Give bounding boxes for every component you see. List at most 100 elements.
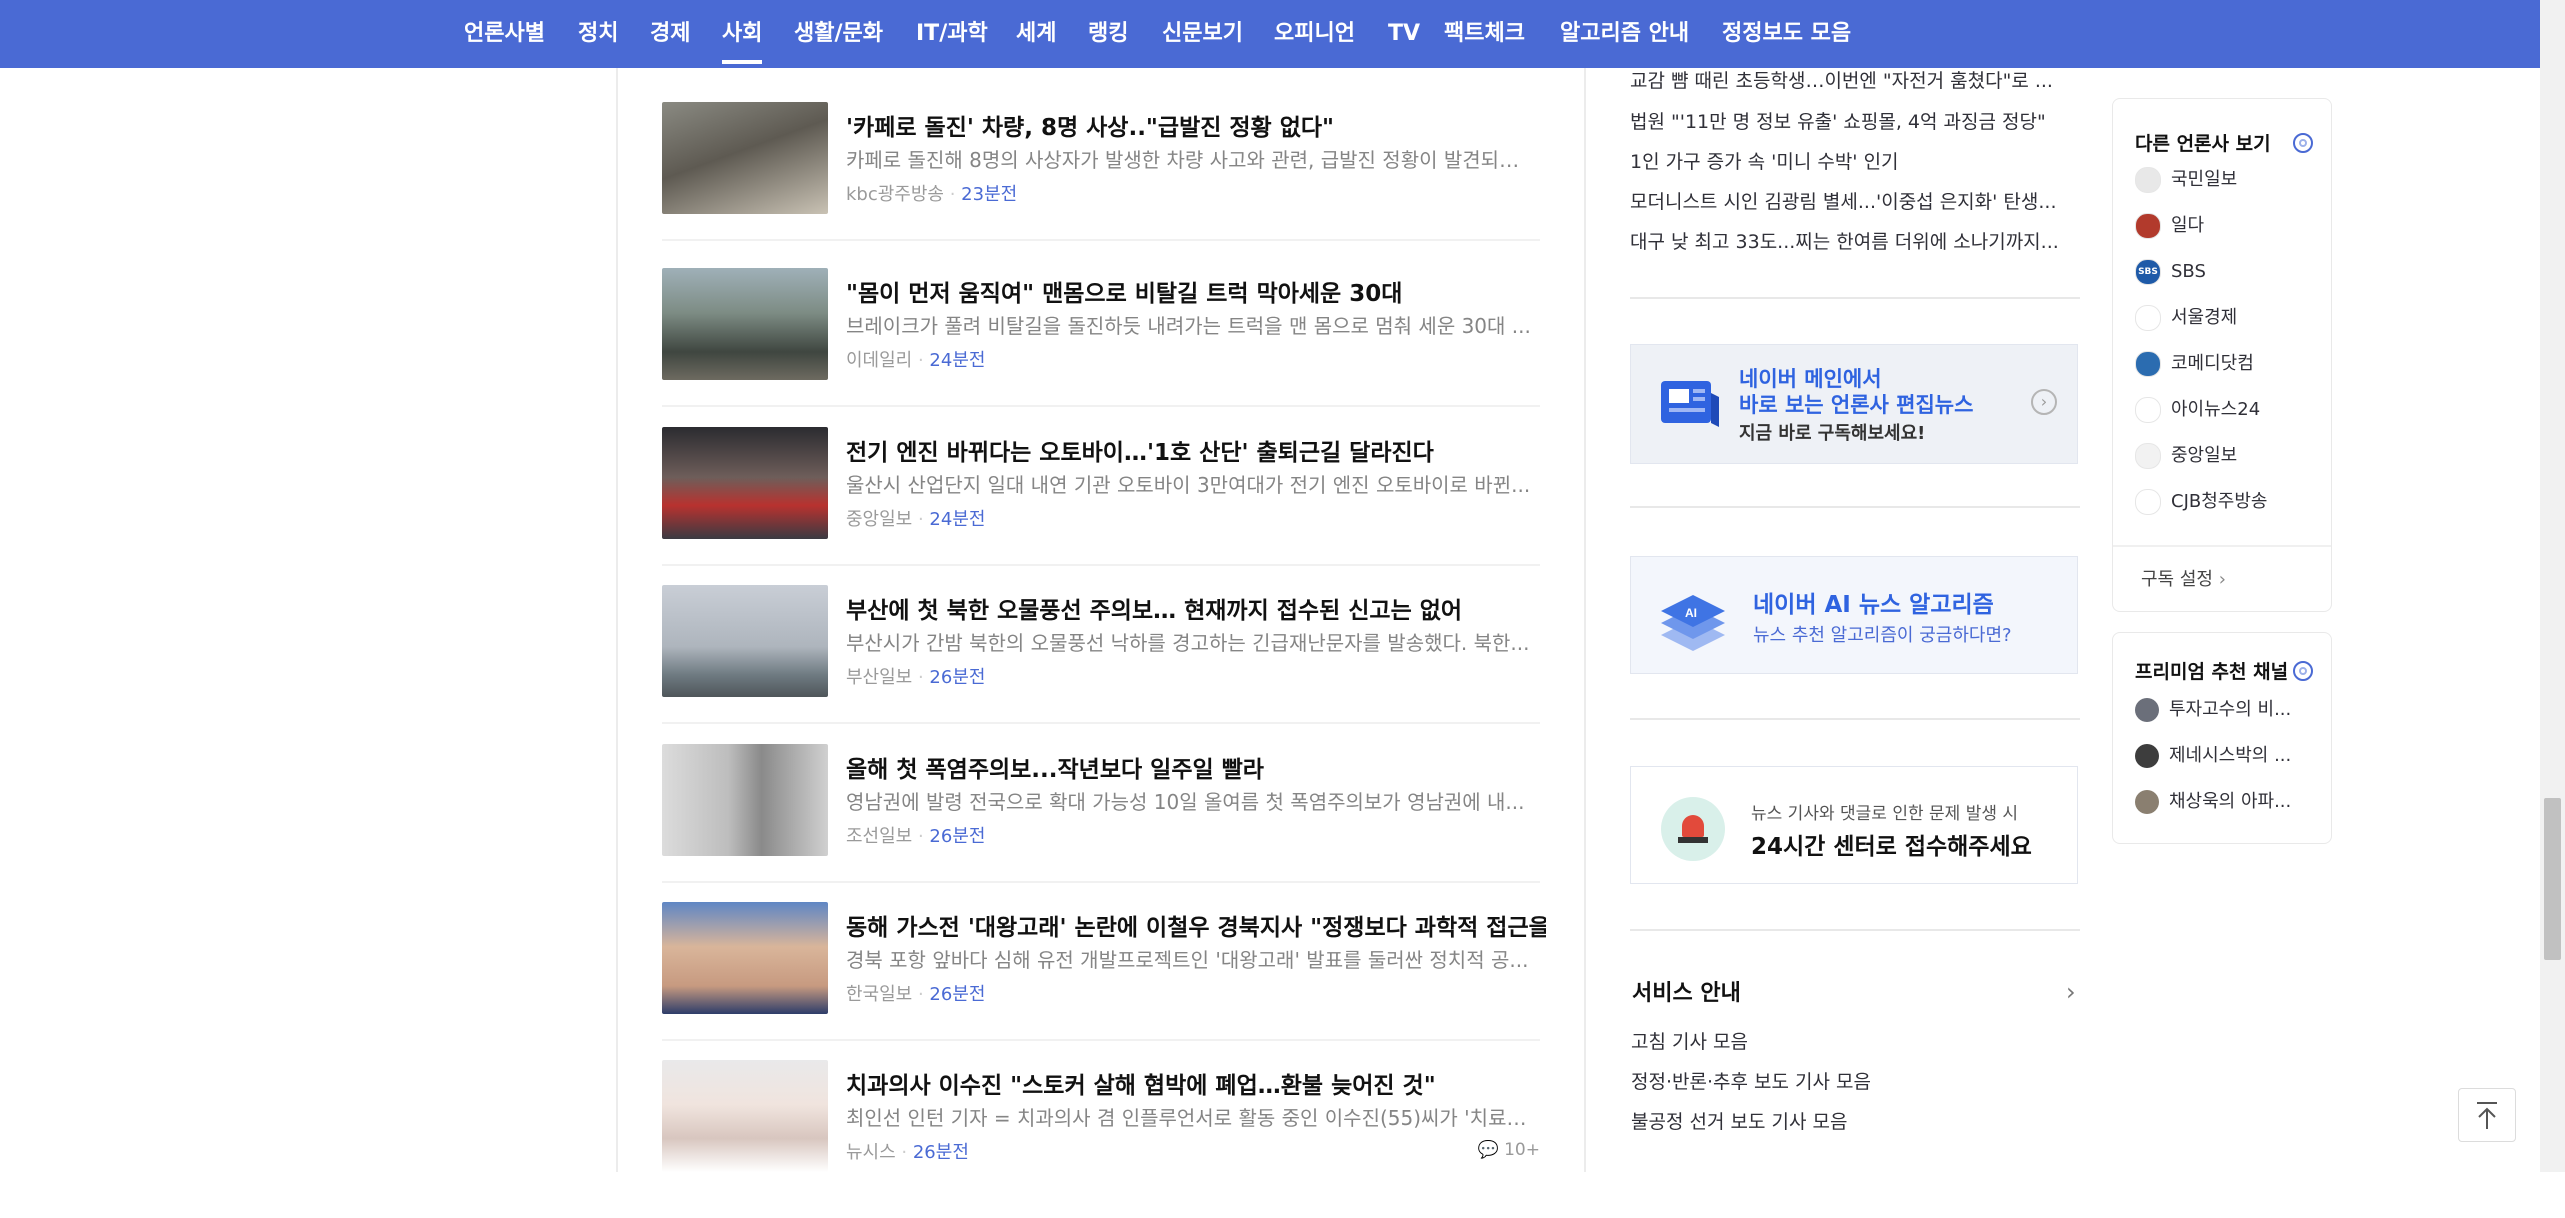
nav-tab[interactable]: 언론사별 <box>464 0 545 68</box>
press-item[interactable]: 중앙일보 <box>2135 441 2237 471</box>
nav-tab[interactable]: 경제 <box>650 0 690 68</box>
channel-name: 제네시스박의 ... <box>2169 745 2292 766</box>
meta-separator: · <box>912 826 930 847</box>
ai-banner-title: 네이버 AI 뉴스 알고리즘 <box>1753 592 1994 618</box>
article-summary[interactable]: 브레이크가 풀려 비탈길을 돌진하듯 내려가는 트럭을 맨 몸으로 멈춰 세운 … <box>846 310 1536 339</box>
news-article[interactable]: 부산에 첫 북한 오물풍선 주의보… 현재까지 접수된 신고는 없어 부산시가 간… <box>662 585 1540 743</box>
article-summary[interactable]: 영남권에 발령 전국으로 확대 가능성 10일 올여름 첫 폭염주의보가 영남권… <box>846 786 1536 815</box>
article-source[interactable]: 한국일보 <box>846 984 912 1005</box>
press-item[interactable]: 코메디닷컴 <box>2135 349 2254 379</box>
article-title[interactable]: "몸이 먼저 움직여" 맨몸으로 비탈길 트럭 막아세운 30대 <box>846 274 1546 308</box>
chevron-right-icon[interactable]: › <box>2066 978 2076 1006</box>
article-title[interactable]: 부산에 첫 북한 오물풍선 주의보… 현재까지 접수된 신고는 없어 <box>846 591 1546 625</box>
article-time: 23분전 <box>961 184 1018 205</box>
news-article[interactable]: 동해 가스전 '대왕고래' 논란에 이철우 경북지사 "정쟁보다 과학적 접근을… <box>662 902 1546 1060</box>
nav-tab[interactable]: 생활/문화 <box>794 0 883 68</box>
article-thumbnail[interactable] <box>662 268 828 380</box>
main-news-banner[interactable]: 네이버 메인에서 바로 보는 언론사 편집뉴스 지금 바로 구독해보세요! › <box>1630 344 2078 464</box>
nav-tab[interactable]: 정치 <box>578 0 618 68</box>
nav-tab[interactable]: 랭킹 <box>1088 0 1128 68</box>
nav-tab[interactable]: 팩트체크 <box>1444 0 1525 68</box>
article-source[interactable]: 이데일리 <box>846 350 912 371</box>
press-item[interactable]: CJB CJB청주방송 <box>2135 487 2267 517</box>
press-name: SBS <box>2171 261 2206 282</box>
article-thumbnail[interactable] <box>662 427 828 539</box>
nav-tab[interactable]: 신문보기 <box>1162 0 1243 68</box>
service-section-title[interactable]: 서비스 안내 <box>1632 975 1741 1007</box>
article-title[interactable]: 올해 첫 폭염주의보...작년보다 일주일 빨라 <box>846 750 1546 784</box>
channel-avatar <box>2135 698 2159 722</box>
meta-separator: · <box>895 1142 913 1163</box>
article-source[interactable]: kbc광주방송 <box>846 184 944 205</box>
ranking-item[interactable]: 법원 "'11만 명 정보 유출' 쇼핑몰, 4억 과징금 정당" <box>1630 107 2070 134</box>
ranking-item[interactable]: 교감 뺨 때린 초등학생…이번엔 "자전거 훔쳤다"로 ... <box>1630 66 2070 93</box>
press-name: 코메디닷컴 <box>2171 353 2254 374</box>
article-summary[interactable]: 울산시 산업단지 일대 내연 기관 오토바이 3만여대가 전기 엔진 오토바이로… <box>846 469 1536 498</box>
refresh-icon[interactable] <box>2293 133 2313 153</box>
article-source[interactable]: 뉴시스 <box>846 1142 896 1163</box>
article-thumbnail[interactable] <box>662 902 828 1014</box>
nav-tab[interactable]: 알고리즘 안내 <box>1560 0 1689 68</box>
subscribe-settings-link[interactable]: 구독 설정 › <box>2141 565 2226 591</box>
press-logo-icon <box>2135 351 2161 377</box>
article-source[interactable]: 중앙일보 <box>846 509 912 530</box>
report-banner-line-1: 뉴스 기사와 댓글로 인한 문제 발생 시 <box>1751 804 2019 824</box>
report-center-banner[interactable]: 뉴스 기사와 댓글로 인한 문제 발생 시 24시간 센터로 접수해주세요 <box>1630 766 2078 884</box>
press-item[interactable]: SBS SBS <box>2135 257 2206 287</box>
article-summary[interactable]: 최인선 인턴 기자 = 치과의사 겸 인플루언서로 활동 중인 이수진(55)씨… <box>846 1102 1536 1131</box>
nav-tab[interactable]: 오피니언 <box>1274 0 1355 68</box>
nav-tab[interactable]: IT/과학 <box>916 0 988 68</box>
premium-title: 프리미엄 추천 채널 <box>2135 661 2289 683</box>
article-source[interactable]: 부산일보 <box>846 667 912 688</box>
refresh-icon[interactable] <box>2293 661 2313 681</box>
nav-tab[interactable]: 사회 <box>722 0 763 68</box>
press-item[interactable]: 국민일보 <box>2135 165 2237 195</box>
premium-channel-item[interactable]: 제네시스박의 ... <box>2135 741 2291 771</box>
press-item[interactable]: 일다 <box>2135 211 2204 241</box>
news-article[interactable]: 올해 첫 폭염주의보...작년보다 일주일 빨라 영남권에 발령 전국으로 확대 … <box>662 744 1540 902</box>
premium-channel-item[interactable]: 투자고수의 비... <box>2135 695 2291 725</box>
service-link[interactable]: 불공정 선거 보도 기사 모음 <box>1631 1107 1847 1134</box>
newspaper-icon <box>1661 381 1719 427</box>
page-scrollbar[interactable] <box>2540 0 2565 1172</box>
press-name: 아이뉴스24 <box>2171 399 2261 420</box>
press-item[interactable]: 서울경제 <box>2135 303 2237 333</box>
nav-tab[interactable]: 세계 <box>1016 0 1056 68</box>
nav-tab[interactable]: 정정보도 모음 <box>1722 0 1851 68</box>
news-article[interactable]: 전기 엔진 바뀌다는 오토바이…'1호 산단' 출퇴근길 달라진다 울산시 산업단… <box>662 427 1540 585</box>
news-article[interactable]: 치과의사 이수진 "스토커 살해 협박에 폐업…환불 늦어진 것" 최인선 인턴 … <box>662 1060 1540 1218</box>
article-title[interactable]: '카페로 돌진' 차량, 8명 사상.."급발진 정황 없다" <box>846 108 1546 142</box>
article-source[interactable]: 조선일보 <box>846 826 912 847</box>
article-thumbnail[interactable] <box>662 744 828 856</box>
ranking-item[interactable]: 모더니스트 시인 김광림 별세...'이중섭 은지화' 탄생... <box>1630 187 2070 214</box>
ai-algorithm-banner[interactable]: AI 네이버 AI 뉴스 알고리즘 뉴스 추천 알고리즘이 궁금하다면? <box>1630 556 2078 674</box>
article-meta: 한국일보 · 26분전 <box>846 980 985 1006</box>
news-article[interactable]: '카페로 돌진' 차량, 8명 사상.."급발진 정황 없다" 카페로 돌진해 8… <box>662 102 1540 260</box>
service-link[interactable]: 고침 기사 모음 <box>1631 1027 1748 1054</box>
channel-name: 채상욱의 아파... <box>2169 791 2292 812</box>
ranking-item[interactable]: 1인 가구 증가 속 '미니 수박' 인기 <box>1630 147 2070 174</box>
comment-icon: 💬 <box>1477 1140 1505 1160</box>
scroll-to-top-button[interactable] <box>2458 1088 2516 1142</box>
divider <box>1630 718 2080 720</box>
article-thumbnail[interactable] <box>662 1060 828 1172</box>
article-thumbnail[interactable] <box>662 585 828 697</box>
article-summary[interactable]: 경북 포항 앞바다 심해 유전 개발프로젝트인 '대왕고래' 발표를 둘러싼 정… <box>846 944 1536 973</box>
article-thumbnail[interactable] <box>662 102 828 214</box>
ranking-item[interactable]: 대구 낮 최고 33도...찌는 한여름 더위에 소나기까지... <box>1630 227 2070 254</box>
premium-channel-item[interactable]: 채상욱의 아파... <box>2135 787 2291 817</box>
article-title[interactable]: 치과의사 이수진 "스토커 살해 협박에 폐업…환불 늦어진 것" <box>846 1066 1546 1100</box>
scrollbar-thumb[interactable] <box>2544 798 2561 960</box>
article-meta: kbc광주방송 · 23분전 <box>846 180 1017 206</box>
service-link[interactable]: 정정·반론·추후 보도 기사 모음 <box>1631 1067 1871 1094</box>
press-item[interactable]: 아이뉴스24 <box>2135 395 2260 425</box>
article-summary[interactable]: 부산시가 간밤 북한의 오물풍선 낙하를 경고하는 긴급재난문자를 발송했다. … <box>846 627 1536 656</box>
article-title[interactable]: 전기 엔진 바뀌다는 오토바이…'1호 산단' 출퇴근길 달라진다 <box>846 433 1546 467</box>
article-summary[interactable]: 카페로 돌진해 8명의 사상자가 발생한 차량 사고와 관련, 급발진 정황이 … <box>846 144 1536 173</box>
column-border-left <box>616 68 618 1172</box>
article-time: 24분전 <box>929 350 986 371</box>
news-article[interactable]: "몸이 먼저 움직여" 맨몸으로 비탈길 트럭 막아세운 30대 브레이크가 풀려… <box>662 268 1540 426</box>
article-title[interactable]: 동해 가스전 '대왕고래' 논란에 이철우 경북지사 "정쟁보다 과학적 접근을… <box>846 908 1546 942</box>
nav-tab[interactable]: TV <box>1388 0 1420 68</box>
comment-count[interactable]: 💬 10+ <box>1478 1140 1540 1160</box>
